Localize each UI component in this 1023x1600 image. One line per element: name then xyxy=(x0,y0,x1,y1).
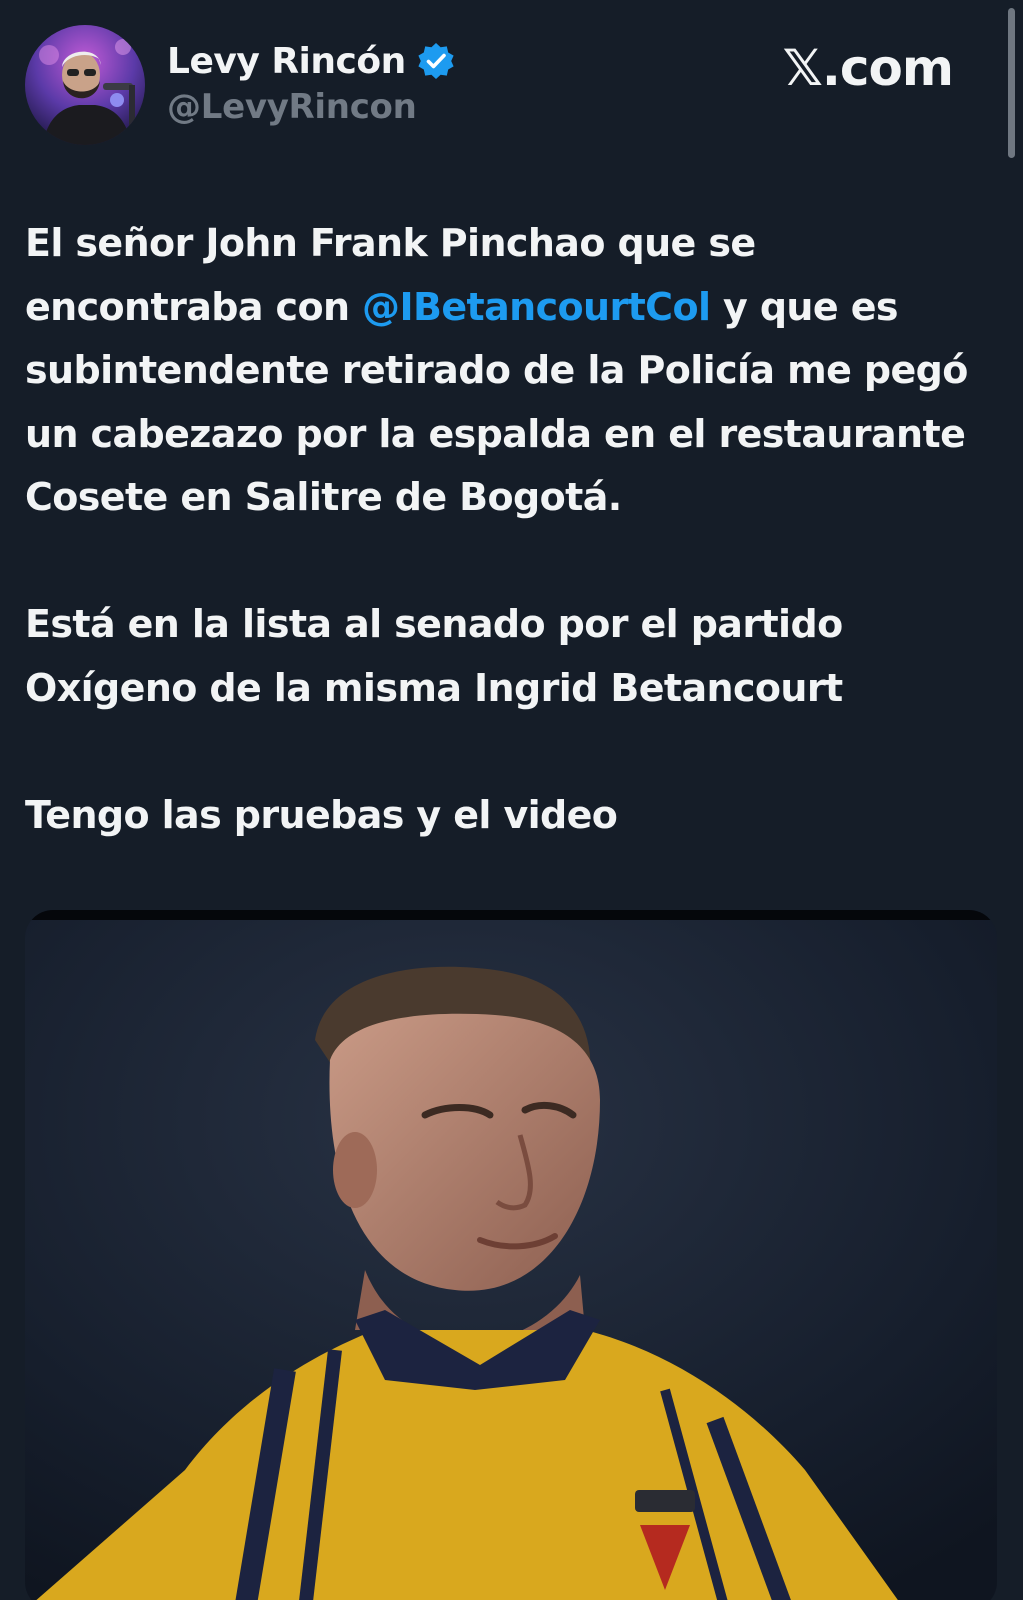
author-handle[interactable]: @LevyRincon xyxy=(167,87,417,127)
verified-badge-icon xyxy=(416,41,456,81)
scrollbar[interactable] xyxy=(1008,8,1015,158)
brand-watermark: 𝕏.com xyxy=(782,39,954,97)
tweet-header: Levy Rincón @LevyRincon 𝕏.com xyxy=(25,25,1000,150)
tweet-paragraph-1: El señor John Frank Pinchao que se encon… xyxy=(25,212,985,530)
tweet-text: El señor John Frank Pinchao que se encon… xyxy=(25,212,985,847)
video-thumbnail[interactable] xyxy=(25,910,997,1600)
avatar[interactable] xyxy=(25,25,145,145)
mention-link[interactable]: @IBetancourtCol xyxy=(362,285,711,329)
tweet-paragraph-2: Está en la lista al senado por el partid… xyxy=(25,602,843,710)
tweet-paragraph-3: Tengo las pruebas y el video xyxy=(25,792,618,837)
name-row: Levy Rincón xyxy=(167,39,456,83)
display-name[interactable]: Levy Rincón xyxy=(167,41,406,82)
